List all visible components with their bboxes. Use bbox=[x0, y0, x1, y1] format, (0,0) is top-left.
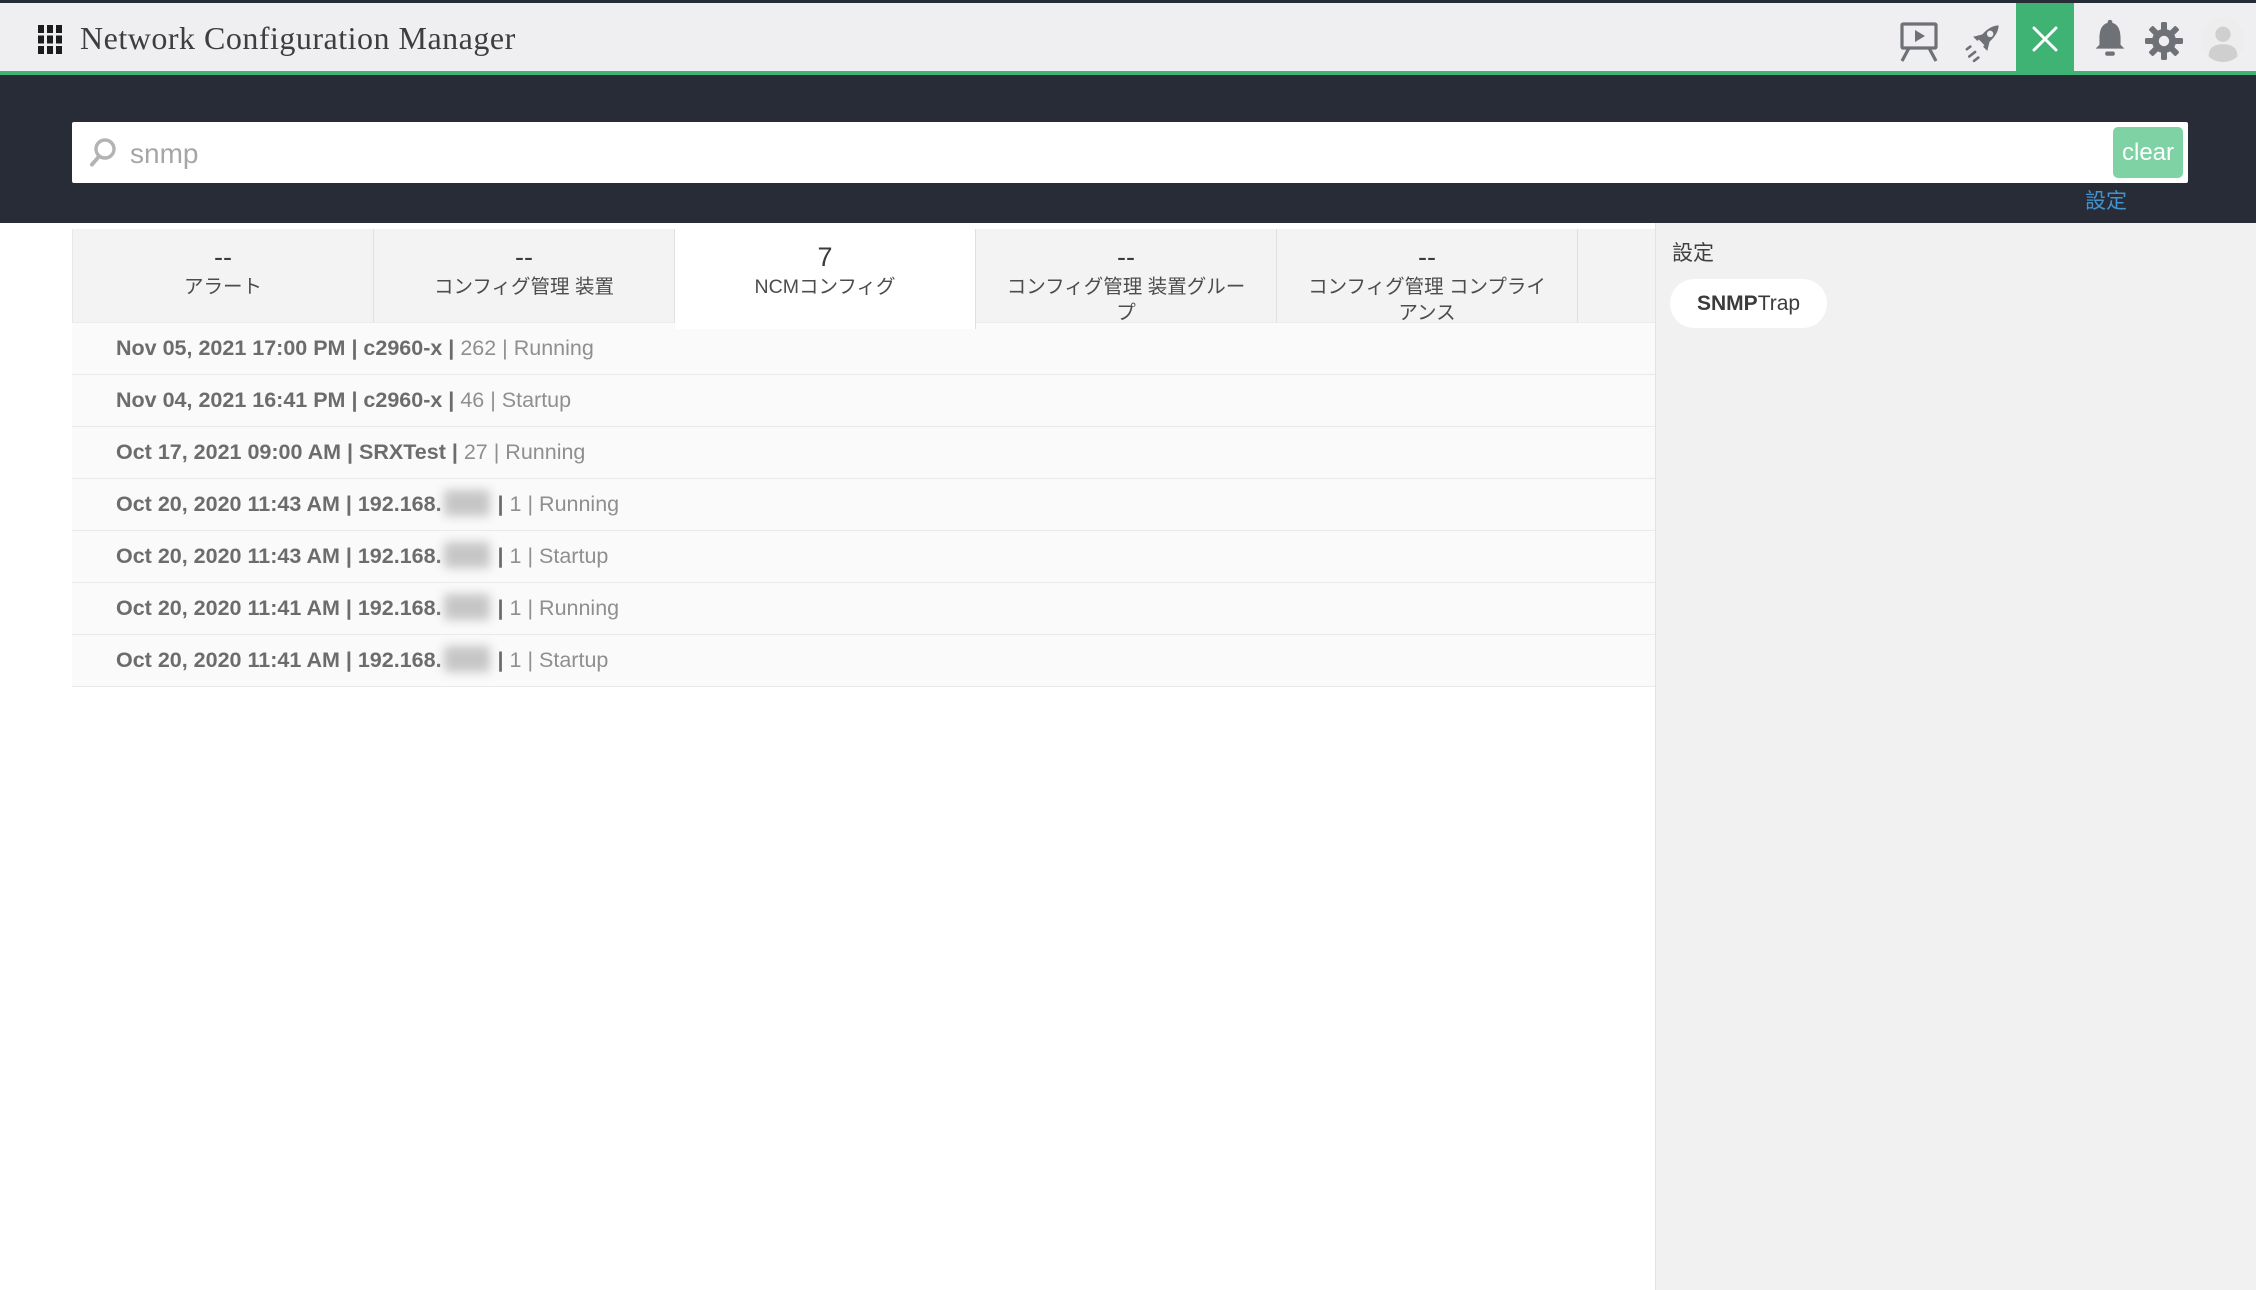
page-title: Network Configuration Manager bbox=[80, 20, 516, 56]
settings-side-panel: 設定 SNMPTrap bbox=[1655, 223, 2256, 1290]
result-tab[interactable]: -- アラート bbox=[72, 229, 374, 323]
result-row[interactable]: Oct 20, 2020 11:41 AM | 192.168. | 1 | St… bbox=[72, 635, 1655, 687]
row-suffix: 1 | Startup bbox=[509, 544, 609, 568]
notifications-bell-icon[interactable] bbox=[2088, 16, 2132, 62]
row-suffix: 1 | Startup bbox=[509, 648, 609, 672]
tab-label: コンフィグ管理 装置グループ bbox=[1006, 276, 1246, 324]
row-prefix: Nov 04, 2021 16:41 PM | c2960-x | bbox=[116, 388, 455, 412]
app-header: Network Configuration Manager bbox=[0, 3, 2256, 75]
close-icon bbox=[2032, 26, 2058, 52]
row-separator: | bbox=[497, 596, 504, 620]
result-tab[interactable]: -- コンフィグ管理 コンプライアンス bbox=[1277, 229, 1578, 324]
tab-count: -- bbox=[214, 242, 232, 272]
result-row[interactable]: Nov 04, 2021 16:41 PM | c2960-x | 46 | S… bbox=[72, 375, 1655, 427]
search-settings-link[interactable]: 設定 bbox=[2085, 185, 2127, 215]
search-icon bbox=[90, 138, 116, 167]
row-prefix: Oct 20, 2020 11:41 AM | 192.168. bbox=[116, 648, 442, 672]
training-board-icon[interactable] bbox=[1897, 17, 1941, 63]
result-list: Nov 05, 2021 17:00 PM | c2960-x | 262 | … bbox=[72, 323, 1655, 687]
result-row[interactable]: Oct 20, 2020 11:41 AM | 192.168. | 1 | Ru… bbox=[72, 583, 1655, 635]
row-prefix: Oct 20, 2020 11:43 AM | 192.168. bbox=[116, 544, 442, 568]
redacted-ip bbox=[443, 594, 490, 620]
row-separator: | bbox=[497, 648, 504, 672]
redacted-ip bbox=[443, 542, 490, 568]
result-tab[interactable]: 7 NCMコンフィグ bbox=[675, 229, 976, 329]
results-area: -- アラート -- コンフィグ管理 装置 7 NCMコンフィグ -- コンフィ… bbox=[0, 223, 1655, 1290]
tab-count: -- bbox=[1117, 242, 1135, 272]
settings-gear-icon[interactable] bbox=[2142, 18, 2186, 64]
close-search-button[interactable] bbox=[2016, 3, 2074, 75]
snmptrap-chip[interactable]: SNMPTrap bbox=[1670, 279, 1828, 328]
apps-grid-icon[interactable] bbox=[38, 25, 62, 54]
row-prefix: Oct 20, 2020 11:43 AM | 192.168. bbox=[116, 492, 442, 516]
row-suffix: 262 | Running bbox=[460, 336, 594, 360]
rocket-icon[interactable] bbox=[1963, 17, 2007, 63]
panel-heading: 設定 bbox=[1672, 242, 1714, 265]
search-input[interactable] bbox=[128, 122, 2012, 185]
tab-label: アラート bbox=[183, 276, 262, 298]
chip-label-bold: SNMP bbox=[1697, 292, 1758, 315]
user-avatar-icon[interactable] bbox=[2201, 17, 2245, 63]
search-band: clear 設定 bbox=[0, 75, 2256, 223]
redacted-ip bbox=[443, 646, 490, 672]
content-area: -- アラート -- コンフィグ管理 装置 7 NCMコンフィグ -- コンフィ… bbox=[0, 223, 2256, 1290]
row-suffix: 27 | Running bbox=[463, 440, 586, 464]
row-separator: | bbox=[497, 492, 504, 516]
tab-count: -- bbox=[1418, 242, 1436, 272]
result-row[interactable]: Oct 20, 2020 11:43 AM | 192.168. | 1 | St… bbox=[72, 531, 1655, 583]
tab-label: コンフィグ管理 コンプライアンス bbox=[1308, 276, 1546, 324]
tab-label: コンフィグ管理 装置 bbox=[434, 276, 614, 298]
result-tab[interactable]: -- コンフィグ管理 装置 bbox=[374, 229, 675, 323]
search-box: clear bbox=[72, 122, 2188, 185]
chip-label-rest: Trap bbox=[1757, 292, 1801, 315]
row-prefix: Oct 20, 2020 11:41 AM | 192.168. bbox=[116, 596, 442, 620]
result-row[interactable]: Nov 05, 2021 17:00 PM | c2960-x | 262 | … bbox=[72, 323, 1655, 375]
result-tab[interactable]: -- コンフィグ管理 装置グループ bbox=[976, 229, 1277, 324]
tab-count: -- bbox=[515, 242, 533, 272]
redacted-ip bbox=[443, 490, 490, 516]
result-row[interactable]: Oct 20, 2020 11:43 AM | 192.168. | 1 | Ru… bbox=[72, 479, 1655, 531]
tab-label: NCMコンフィグ bbox=[754, 276, 896, 298]
tab-strip: -- アラート -- コンフィグ管理 装置 7 NCMコンフィグ -- コンフィ… bbox=[72, 229, 1655, 329]
row-suffix: 46 | Startup bbox=[460, 388, 572, 412]
clear-search-button[interactable]: clear bbox=[2113, 127, 2183, 178]
row-prefix: Oct 17, 2021 09:00 AM | SRXTest | bbox=[116, 440, 458, 464]
tab-count: 7 bbox=[817, 242, 833, 272]
row-suffix: 1 | Running bbox=[509, 492, 620, 516]
row-separator: | bbox=[497, 544, 504, 568]
row-prefix: Nov 05, 2021 17:00 PM | c2960-x | bbox=[116, 336, 455, 360]
tab-strip-filler bbox=[1578, 229, 1655, 323]
result-row[interactable]: Oct 17, 2021 09:00 AM | SRXTest | 27 | R… bbox=[72, 427, 1655, 479]
row-suffix: 1 | Running bbox=[509, 596, 620, 620]
